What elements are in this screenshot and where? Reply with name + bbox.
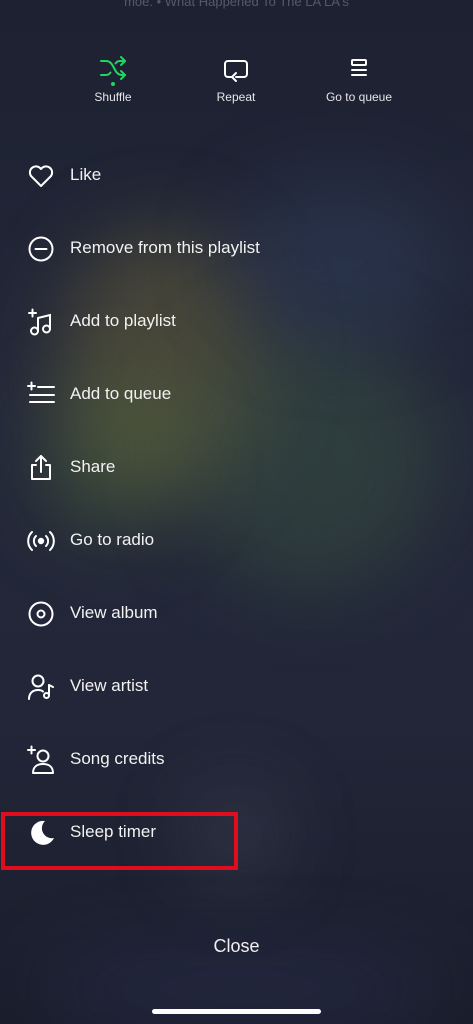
close-button[interactable]: Close: [0, 936, 473, 957]
menu-item-add-to-queue[interactable]: Add to queue: [0, 357, 473, 430]
share-icon: [31, 455, 51, 480]
go-to-queue-button[interactable]: Go to queue: [299, 52, 419, 104]
menu-item-label: Add to queue: [70, 384, 172, 403]
menu-item-label: View artist: [70, 676, 149, 695]
menu-item-view-album[interactable]: View album: [0, 576, 473, 649]
add-to-playlist-icon: [28, 308, 51, 336]
now-playing-subtitle: moe. • What Happened To The LA LA's: [124, 0, 349, 9]
menu-item-like[interactable]: Like: [0, 138, 473, 211]
highlight-box: [1, 812, 238, 870]
heart-icon: [28, 165, 54, 187]
menu-item-label: Add to playlist: [70, 311, 176, 330]
minus-circle-icon: [28, 236, 54, 262]
radio-icon: [27, 531, 55, 551]
menu-item-label: Remove from this playlist: [70, 238, 260, 257]
queue-icon: [351, 59, 367, 76]
repeat-icon: [224, 60, 248, 82]
song-credits-icon: [27, 745, 54, 774]
shuffle-button[interactable]: Shuffle: [53, 52, 173, 104]
repeat-label: Repeat: [216, 90, 256, 104]
menu-item-remove-from-playlist[interactable]: Remove from this playlist: [0, 211, 473, 284]
playback-controls: Shuffle Repeat Go to queue: [0, 52, 473, 112]
menu-item-label: Share: [70, 457, 116, 476]
go-to-queue-label: Go to queue: [325, 90, 393, 104]
menu-item-label: Like: [70, 165, 102, 184]
album-icon: [28, 601, 54, 627]
menu-item-label: View album: [70, 603, 158, 622]
artist-icon: [28, 674, 54, 700]
menu-item-song-credits[interactable]: Song credits: [0, 722, 473, 795]
shuffle-icon: [100, 56, 126, 80]
menu-item-go-to-radio[interactable]: Go to radio: [0, 503, 473, 576]
add-to-queue-icon: [27, 381, 55, 403]
track-options-menu: Like Remove from this playlist Add to pl…: [0, 138, 473, 868]
shuffle-label: Shuffle: [94, 90, 132, 104]
menu-item-label: Go to radio: [70, 530, 155, 549]
home-indicator: [152, 1009, 321, 1014]
repeat-button[interactable]: Repeat: [176, 52, 296, 104]
menu-item-view-artist[interactable]: View artist: [0, 649, 473, 722]
shuffle-active-dot: [111, 82, 115, 86]
menu-item-label: Song credits: [70, 749, 165, 768]
menu-item-share[interactable]: Share: [0, 430, 473, 503]
menu-item-add-to-playlist[interactable]: Add to playlist: [0, 284, 473, 357]
